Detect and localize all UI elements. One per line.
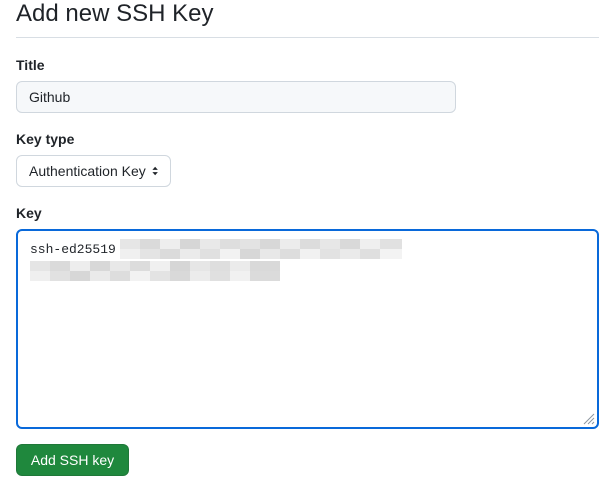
key-textarea[interactable]: ssh-ed25519 bbox=[16, 229, 599, 429]
redacted-key-line-1 bbox=[120, 239, 402, 259]
select-caret-icon bbox=[152, 166, 158, 176]
title-field-label: Title bbox=[16, 57, 45, 73]
key-type-selected-value: Authentication Key bbox=[29, 163, 146, 179]
key-type-select[interactable]: Authentication Key bbox=[16, 155, 171, 187]
add-ssh-key-button[interactable]: Add SSH key bbox=[16, 444, 129, 476]
key-type-label: Key type bbox=[16, 131, 75, 147]
page-title: Add new SSH Key bbox=[16, 0, 214, 27]
resize-grip-icon[interactable] bbox=[583, 413, 595, 425]
title-input[interactable] bbox=[16, 81, 456, 113]
key-field-label: Key bbox=[16, 205, 42, 221]
key-prefix: ssh-ed25519 bbox=[30, 242, 116, 257]
redacted-key-line-2 bbox=[30, 261, 280, 281]
title-divider bbox=[16, 37, 599, 38]
